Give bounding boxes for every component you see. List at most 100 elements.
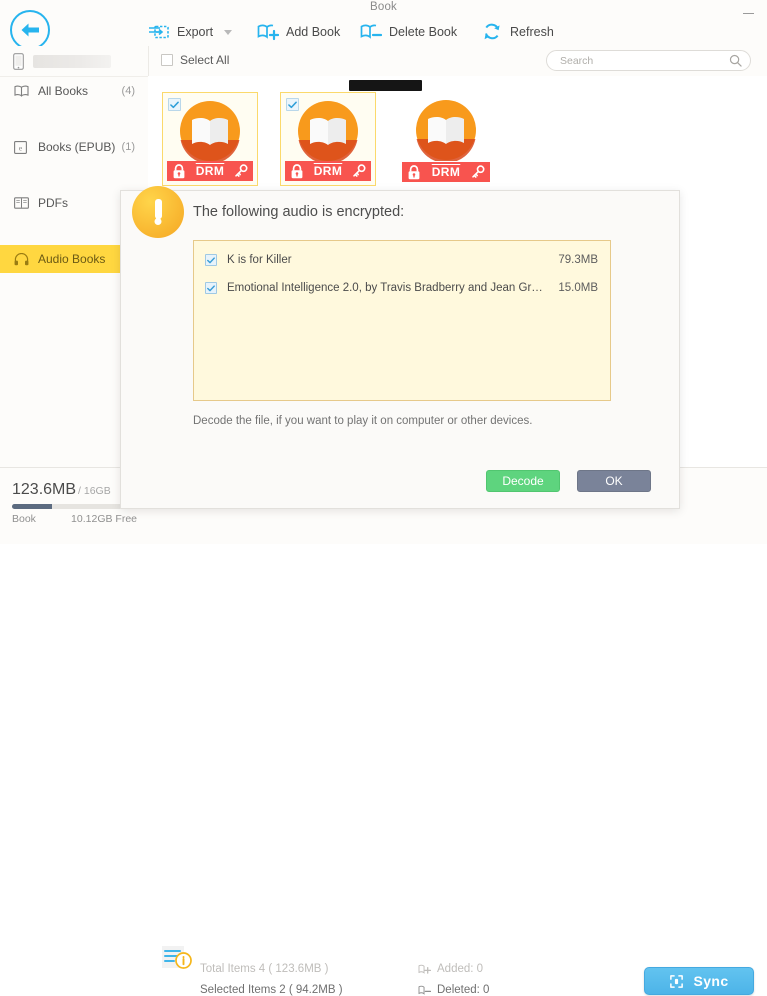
select-all-label: Select All [180, 53, 230, 67]
key-icon [472, 165, 485, 178]
sidebar-item-books-epub[interactable]: e Books (EPUB) (1) [0, 133, 148, 161]
toolbar-item-export[interactable]: Export [148, 19, 233, 45]
app-window: Book Export Add Book Delete Book Refresh… [0, 0, 767, 996]
encrypted-audio-dialog: The following audio is encrypted: K is f… [120, 186, 680, 509]
list-item-size: 79.3MB [558, 254, 598, 266]
list-item[interactable]: K is for Killer 79.3MB [194, 246, 610, 274]
search-box[interactable] [546, 50, 751, 71]
added-icon [418, 964, 431, 974]
sync-icon [670, 974, 684, 988]
decode-button[interactable]: Decode [486, 470, 560, 492]
lock-icon [408, 164, 420, 179]
exclamation-bar [154, 199, 162, 219]
list-item[interactable]: Emotional Intelligence 2.0, by Travis Br… [194, 274, 610, 302]
status-deleted: Deleted: 0 [418, 984, 489, 996]
status-selected-items: Selected Items 2 ( 94.2MB ) [200, 984, 343, 996]
exclamation-dot [154, 218, 162, 225]
storage-used: 123.6MB [12, 481, 77, 498]
check-icon [207, 284, 215, 291]
storage-free: 10.12GB Free [71, 513, 137, 525]
list-item-checkbox[interactable] [205, 254, 217, 266]
status-total-items: Total Items 4 ( 123.6MB ) [200, 963, 329, 975]
info-list-icon [160, 944, 194, 975]
epub-icon: e [14, 140, 34, 154]
storage-total: / 16GB [78, 485, 111, 497]
export-icon [148, 22, 170, 42]
toolbar-item-delete-book[interactable]: Delete Book [360, 19, 457, 45]
lock-icon [173, 163, 185, 178]
drm-label: DRM [431, 165, 461, 179]
book-thumbnail [297, 100, 359, 167]
sidebar-label-all-books: All Books [38, 84, 89, 98]
warning-icon [132, 186, 184, 238]
status-added-label: Added: 0 [437, 963, 484, 975]
delete-book-icon [360, 22, 382, 42]
book-thumbnail [179, 100, 241, 167]
svg-text:e: e [19, 143, 23, 152]
sub-toolbar: Select All [148, 46, 767, 77]
list-item-name: Emotional Intelligence 2.0, by Travis Br… [227, 282, 549, 294]
toolbar-label-refresh: Refresh [510, 25, 554, 39]
status-deleted-label: Deleted: 0 [437, 984, 490, 996]
book-card[interactable]: DRM [398, 92, 494, 186]
add-book-icon [257, 22, 279, 42]
redaction-bar [349, 80, 422, 91]
back-arrow-icon [21, 23, 39, 37]
storage-summary: 123.6MB/ 16GB Book 10.12GB Free [12, 481, 137, 525]
key-icon [235, 164, 248, 177]
search-icon[interactable] [729, 54, 742, 67]
sidebar-label-books-epub: Books (EPUB) [38, 140, 116, 154]
dialog-title: The following audio is encrypted: [193, 204, 405, 220]
book-icon [14, 85, 34, 97]
sidebar-label-pdfs: PDFs [38, 196, 68, 210]
toolbar-item-refresh[interactable]: Refresh [481, 19, 554, 45]
refresh-icon [481, 22, 503, 42]
checkbox-icon [161, 54, 173, 66]
drm-badge: DRM [167, 161, 253, 181]
window-title: Book [369, 1, 397, 13]
search-input[interactable] [558, 53, 729, 68]
book-thumbnail [415, 99, 477, 166]
key-icon [353, 164, 366, 177]
drm-label: DRM [195, 164, 225, 178]
sidebar-label-audio-books: Audio Books [38, 252, 106, 266]
minimize-button[interactable] [733, 2, 763, 24]
book-card[interactable]: DRM [162, 92, 258, 186]
drm-badge: DRM [402, 162, 490, 182]
title-bar: Book Export Add Book Delete Book Refresh [0, 0, 767, 50]
check-icon [170, 101, 179, 108]
encrypted-file-list[interactable]: K is for Killer 79.3MB Emotional Intelli… [193, 240, 611, 401]
storage-progress-fill [12, 504, 52, 509]
sync-button[interactable]: Sync [644, 967, 754, 995]
drm-label: DRM [313, 164, 343, 178]
phone-icon [13, 52, 24, 70]
dialog-note: Decode the file, if you want to play it … [193, 415, 533, 427]
chevron-down-icon[interactable] [224, 29, 233, 35]
storage-progress-bar [12, 504, 137, 509]
list-item-checkbox[interactable] [205, 282, 217, 294]
sidebar-item-all-books[interactable]: All Books (4) [0, 77, 148, 105]
check-icon [288, 101, 297, 108]
back-button[interactable] [10, 10, 50, 50]
ok-button[interactable]: OK [577, 470, 651, 492]
pdf-icon [14, 197, 34, 209]
deleted-icon [418, 985, 431, 995]
toolbar-label-delete-book: Delete Book [389, 25, 458, 39]
lock-icon [291, 163, 303, 178]
sidebar-count-books-epub: (1) [121, 141, 135, 153]
sidebar-device-row[interactable] [0, 46, 148, 77]
sync-label: Sync [693, 973, 729, 989]
check-icon [207, 256, 215, 263]
toolbar-item-add-book[interactable]: Add Book [257, 19, 340, 45]
list-item-name: K is for Killer [227, 254, 292, 266]
list-item-size: 15.0MB [558, 282, 598, 294]
device-name-redacted [33, 54, 111, 68]
select-all-checkbox[interactable]: Select All [161, 53, 229, 67]
storage-category: Book [12, 513, 36, 525]
audio-book-icon [14, 252, 34, 266]
toolbar-label-add-book: Add Book [286, 25, 341, 39]
book-card[interactable]: DRM [280, 92, 376, 186]
minimize-icon [742, 12, 754, 14]
status-added: Added: 0 [418, 963, 483, 975]
sidebar-count-all-books: (4) [121, 85, 135, 97]
